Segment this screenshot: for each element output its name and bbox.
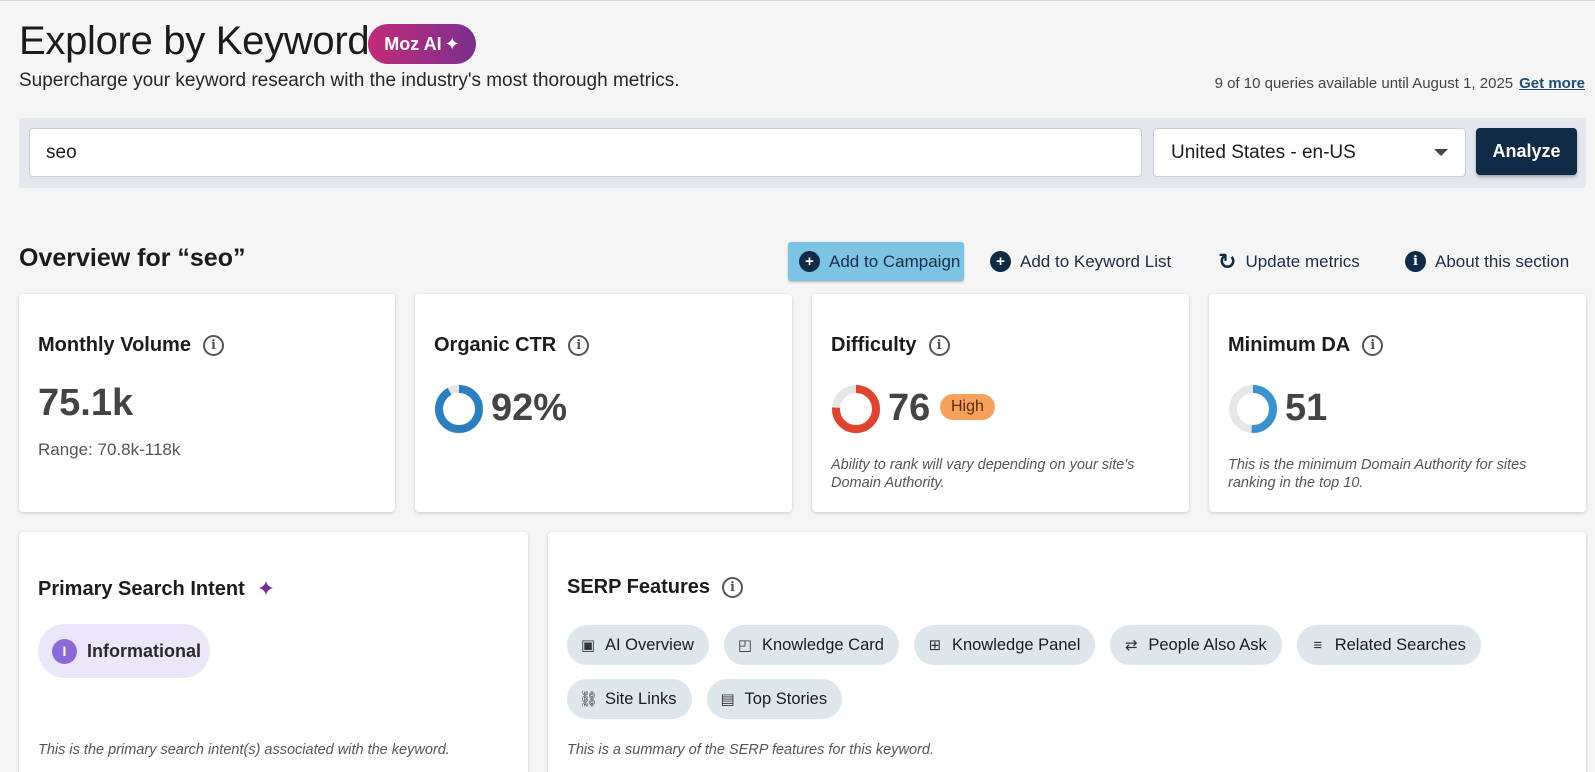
ai-overview-icon: ▣ (580, 637, 596, 654)
moz-ai-label: Moz AI (384, 33, 442, 54)
serp-chip-site-links: ⛓ Site Links (567, 679, 692, 719)
about-section-button[interactable]: i About this section (1405, 242, 1569, 281)
minimum-da-donut-chart (1229, 385, 1277, 433)
search-bar: United States - en-US Analyze (19, 118, 1586, 188)
card-title: Primary Search Intent ✦ (38, 576, 275, 602)
chip-label: Top Stories (744, 689, 828, 708)
difficulty-value: 76 (888, 387, 931, 429)
analyze-button[interactable]: Analyze (1476, 128, 1577, 175)
quota-info: 9 of 10 queries available until August 1… (1215, 75, 1585, 92)
organic-ctr-title: Organic CTR (434, 334, 557, 356)
organic-ctr-value: 92% (491, 387, 568, 429)
moz-ai-badge: Moz AI ✦ (368, 24, 476, 64)
info-icon: i (1405, 251, 1426, 272)
serp-chip-knowledge-panel: ⊞ Knowledge Panel (913, 625, 1096, 665)
serp-feature-list: ▣ AI Overview ◰ Knowledge Card ⊞ Knowledge … (567, 625, 1567, 719)
plus-circle-icon: + (990, 251, 1011, 272)
newspaper-icon: ▤ (720, 691, 735, 708)
search-intent-card: Primary Search Intent ✦ I Informational … (19, 532, 528, 772)
swap-arrows-icon: ⇄ (1125, 637, 1138, 654)
plus-circle-icon: + (799, 251, 820, 272)
minimum-da-value: 51 (1285, 387, 1328, 429)
sparkle-icon: ✦ (256, 576, 276, 601)
update-metrics-button[interactable]: ↻ Update metrics (1218, 242, 1360, 281)
serp-chip-related-searches: ≡ Related Searches (1296, 625, 1481, 665)
chip-label: Site Links (605, 689, 677, 708)
chip-label: AI Overview (605, 635, 694, 654)
knowledge-card-icon: ◰ (737, 637, 753, 654)
minimum-da-title: Minimum DA (1228, 334, 1351, 356)
info-icon[interactable]: i (722, 577, 744, 598)
minimum-da-card: Minimum DA i 51 This is the minimum Doma… (1209, 294, 1586, 512)
sparkle-icon: ✦ (444, 33, 460, 54)
difficulty-donut-chart (832, 385, 880, 433)
monthly-volume-card: Monthly Volume i 75.1k Range: 70.8k-118k (19, 294, 395, 512)
chip-label: Knowledge Card (761, 635, 884, 654)
locale-select[interactable]: United States - en-US (1153, 128, 1466, 177)
add-campaign-label: Add to Campaign (829, 251, 961, 271)
page-subtitle: Supercharge your keyword research with t… (19, 70, 680, 91)
chevron-down-icon (1434, 149, 1448, 156)
keyword-input[interactable] (29, 128, 1142, 177)
serp-note: This is a summary of the SERP features f… (567, 742, 934, 758)
serp-features-card: SERP Features i ▣ AI Overview ◰ Knowledge … (548, 532, 1586, 772)
serp-features-title: SERP Features (567, 576, 711, 598)
intent-label: Informational (87, 640, 202, 661)
locale-value: United States - en-US (1171, 141, 1356, 163)
intent-letter-icon: I (52, 638, 77, 664)
info-icon[interactable]: i (202, 335, 224, 356)
page-title: Explore by Keyword (19, 19, 370, 63)
info-icon[interactable]: i (568, 335, 590, 356)
card-title: Monthly Volume i (38, 334, 224, 357)
get-more-link[interactable]: Get more (1519, 75, 1585, 92)
minimum-da-note: This is the minimum Domain Authority for… (1228, 457, 1527, 492)
info-icon[interactable]: i (1362, 335, 1384, 356)
card-title: Minimum DA i (1228, 334, 1384, 357)
intent-note: This is the primary search intent(s) ass… (38, 742, 450, 758)
add-to-campaign-button[interactable]: + Add to Campaign (788, 242, 964, 281)
chip-label: Knowledge Panel (951, 635, 1081, 654)
intent-pill-informational: I Informational (38, 624, 210, 678)
ctr-donut-chart (435, 385, 483, 433)
donut-arc (435, 385, 483, 433)
chip-label: Related Searches (1334, 635, 1466, 654)
difficulty-card: Difficulty i 76 High Ability to rank wil… (812, 294, 1189, 512)
serp-chip-people-also-ask: ⇄ People Also Ask (1110, 625, 1282, 665)
organic-ctr-card: Organic CTR i 92% (415, 294, 792, 512)
volume-range: Range: 70.8k-118k (38, 440, 181, 459)
difficulty-title: Difficulty (831, 334, 917, 356)
chip-label: People Also Ask (1148, 635, 1267, 654)
monthly-volume-value: 75.1k (38, 382, 134, 424)
info-icon[interactable]: i (928, 335, 950, 356)
serp-chip-top-stories: ▤ Top Stories (706, 679, 843, 719)
card-title: Difficulty i (831, 334, 950, 357)
knowledge-panel-icon: ⊞ (928, 637, 942, 654)
link-icon: ⛓ (579, 691, 599, 708)
monthly-volume-title: Monthly Volume (38, 334, 191, 356)
add-list-label: Add to Keyword List (1020, 251, 1172, 271)
serp-chip-ai-overview: ▣ AI Overview (567, 625, 709, 665)
search-intent-title: Primary Search Intent (38, 577, 245, 600)
card-title: SERP Features i (567, 576, 744, 599)
related-search-icon: ≡ (1313, 636, 1323, 654)
difficulty-note: Ability to rank will vary depending on y… (831, 457, 1135, 492)
refresh-icon: ↻ (1218, 248, 1237, 274)
card-title: Organic CTR i (434, 334, 590, 357)
serp-chip-knowledge-card: ◰ Knowledge Card (723, 625, 899, 665)
add-to-keyword-list-button[interactable]: + Add to Keyword List (990, 242, 1171, 281)
quota-text: 9 of 10 queries available until August 1… (1214, 75, 1514, 92)
update-label: Update metrics (1245, 251, 1360, 271)
about-label: About this section (1435, 251, 1570, 271)
overview-title: Overview for “seo” (19, 244, 246, 272)
difficulty-badge: High (940, 394, 995, 420)
